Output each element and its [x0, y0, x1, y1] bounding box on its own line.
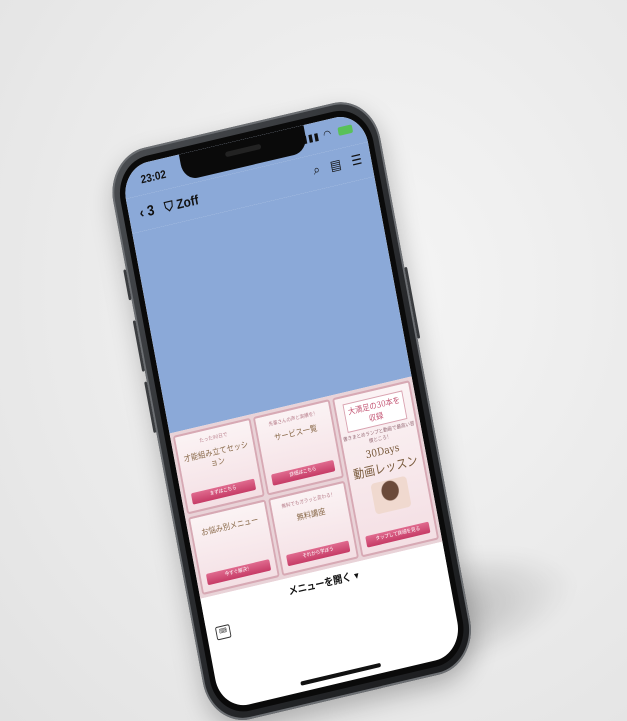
status-icons: ▮▮▮ ◠ [301, 123, 354, 146]
phone-wrap: 23:02 ▮▮▮ ◠ ‹ 3 ⛉ Zoff ⌕ ▤ ☰ たった90日で 才能組… [0, 0, 627, 721]
tile-cta: 今すぐ解決！ [205, 559, 271, 586]
notes-icon[interactable]: ▤ [329, 156, 343, 174]
volume-up-button [132, 320, 145, 372]
speaker-grille [224, 143, 262, 158]
tile-cta: それから学ぼう [285, 540, 351, 567]
rich-menu-tile-free-lesson[interactable]: 無料でもガラッと変わる！ 無料講座 それから学ぼう [267, 480, 360, 577]
menu-icon[interactable]: ☰ [350, 151, 363, 169]
chevron-left-icon: ‹ [138, 203, 146, 221]
wifi-icon: ◠ [322, 128, 333, 142]
scene: 23:02 ▮▮▮ ◠ ‹ 3 ⛉ Zoff ⌕ ▤ ☰ たった90日で 才能組… [0, 0, 627, 721]
search-icon[interactable]: ⌕ [312, 161, 321, 178]
chat-title: ⛉ Zoff [163, 192, 200, 216]
back-count: 3 [145, 201, 156, 220]
phone-screen: 23:02 ▮▮▮ ◠ ‹ 3 ⛉ Zoff ⌕ ▤ ☰ たった90日で 才能組… [120, 111, 464, 711]
rich-menu-tile-session[interactable]: たった90日で 才能組み立てセッション まずはこちら [172, 417, 265, 514]
back-button[interactable]: ‹ 3 [138, 201, 156, 221]
side-button [123, 269, 132, 301]
tile-cta: まずはこちら [190, 478, 256, 505]
status-time: 23:02 [139, 168, 168, 187]
tile-cta: タップして詳細を見る [365, 521, 431, 548]
chat-title-text: Zoff [175, 191, 200, 213]
phone-frame: 23:02 ▮▮▮ ◠ ‹ 3 ⛉ Zoff ⌕ ▤ ☰ たった90日で 才能組… [105, 94, 479, 721]
rich-menu-tile-services[interactable]: 先輩さんの声と実績を！ サービス一覧 詳細はこちら [252, 398, 345, 496]
header-actions: ⌕ ▤ ☰ [305, 151, 364, 180]
battery-icon [337, 124, 354, 136]
shield-icon: ⛉ [163, 197, 175, 216]
volume-down-button [144, 381, 157, 434]
instructor-photo [370, 475, 412, 515]
tile-cta: 詳細はこちら [270, 459, 336, 486]
rich-menu-tile-concerns[interactable]: お悩み別メニュー 今すぐ解決！ [187, 498, 280, 596]
keyboard-icon[interactable]: ⌨ [214, 623, 232, 641]
